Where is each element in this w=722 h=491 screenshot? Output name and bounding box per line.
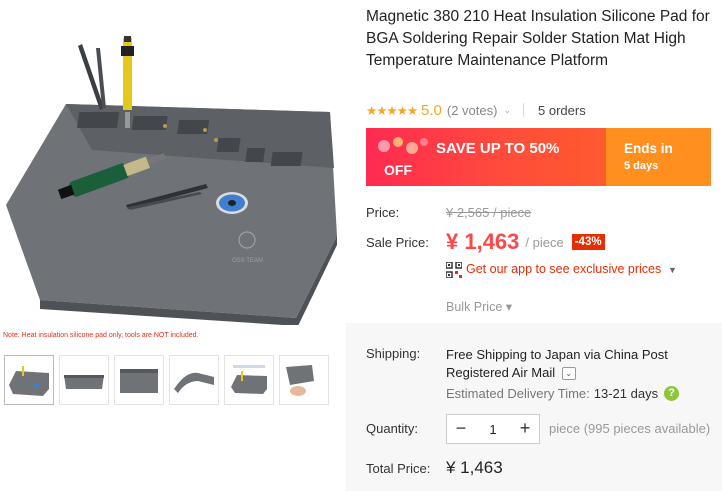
votes-link[interactable]: (2 votes) [447, 103, 498, 118]
app-offer[interactable]: Get our app to see exclusive prices ▼ [446, 261, 677, 278]
thumbnail-1[interactable] [4, 355, 54, 405]
original-price: ¥ 2,565 / piece [446, 205, 532, 220]
increment-button[interactable]: + [511, 415, 539, 443]
sale-price-row: Sale Price: ¥ 1,463 / piece -43% [366, 228, 605, 256]
thumbnail-3[interactable] [114, 355, 164, 405]
quantity-input[interactable]: 1 [475, 422, 511, 437]
promo-left: SAVE UP TO 50% OFF [366, 128, 606, 186]
qr-code-icon [446, 262, 462, 278]
delivery-label: Estimated Delivery Time: [446, 386, 590, 401]
promo-banner[interactable]: SAVE UP TO 50% OFF Ends in 5 days [366, 128, 711, 186]
original-price-row: Price: ¥ 2,565 / piece [366, 205, 531, 220]
promo-off-text: OFF [384, 162, 412, 178]
app-offer-text[interactable]: Get our app to see exclusive prices [466, 261, 676, 278]
shipping-dropdown-icon[interactable]: ⌄ [561, 367, 576, 381]
promo-save-text: SAVE UP TO 50% [436, 140, 560, 157]
triangle-down-icon[interactable]: ▼ [668, 265, 677, 275]
quantity-stepper[interactable]: − 1 + [446, 414, 540, 444]
delivery-value: 13-21 days [593, 386, 659, 401]
discount-badge: -43% [571, 234, 605, 250]
shipping-method-text: Free Shipping to Japan via China Post Re… [446, 347, 668, 380]
total-price-label: Total Price: [366, 461, 431, 476]
thumbnail-4[interactable] [169, 355, 219, 405]
rating-row: ★★★★★ 5.0 (2 votes) ⌄ 5 orders [366, 100, 586, 120]
ends-in-label: Ends in [624, 141, 673, 156]
total-price-value: ¥ 1,463 [446, 458, 503, 477]
rating-value: 5.0 [421, 101, 442, 119]
chevron-down-icon[interactable]: ⌄ [503, 105, 511, 116]
bulk-price-toggle[interactable]: Bulk Price ▾ [446, 299, 512, 314]
availability-text: piece (995 pieces available) [549, 421, 711, 436]
help-icon[interactable]: ? [664, 386, 680, 401]
sale-price: ¥ 1,463 [446, 229, 520, 254]
thumbnail-5[interactable] [224, 355, 274, 405]
mat-logo-text: OSS TEAM [232, 258, 263, 264]
decrement-button[interactable]: − [447, 415, 475, 443]
thumbnail-2[interactable] [59, 355, 109, 405]
orders-count: 5 orders [538, 102, 586, 118]
thumbnail-6[interactable] [279, 355, 329, 405]
price-label: Price: [366, 205, 400, 220]
ends-days-value: 5 days [624, 160, 659, 172]
main-product-image[interactable]: OSS TEAM [0, 0, 345, 325]
delivery-estimate: Estimated Delivery Time: 13-21 days ? [446, 386, 680, 401]
star-rating-icon: ★★★★★ [366, 103, 418, 118]
silicone-mat-image: OSS TEAM [6, 36, 337, 325]
product-title: Magnetic 380 210 Heat Insulation Silicon… [366, 8, 710, 69]
thumbnail-strip [4, 355, 329, 405]
image-note: Note: Heat insulation silicone pad only,… [3, 332, 199, 339]
shipping-method: Free Shipping to Japan via China Post Re… [446, 346, 706, 382]
divider [523, 103, 525, 117]
sale-price-label: Sale Price: [366, 234, 429, 250]
shipping-label: Shipping: [366, 346, 421, 361]
quantity-label: Quantity: [366, 421, 419, 436]
per-piece-unit: / piece [525, 234, 564, 250]
promo-countdown: Ends in 5 days [606, 128, 711, 186]
